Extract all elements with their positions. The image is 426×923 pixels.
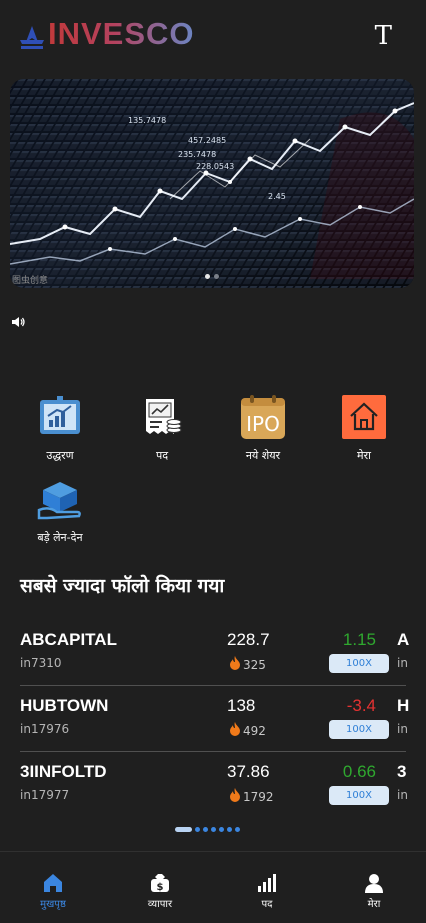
- stock-row[interactable]: 3IINFOLTD in17977 37.86 1792 0.66 100X 3…: [20, 752, 408, 818]
- quick-action-quotes[interactable]: उद्धरण: [15, 394, 105, 463]
- tab-label: मेरा: [367, 899, 381, 910]
- banner-dot-1[interactable]: [205, 274, 210, 279]
- tab-label: मुखपृष्ठ: [40, 899, 66, 910]
- stock-graph-banner-image: 457.2485 235.7478 228.0543 135.7478 2.45: [10, 79, 414, 288]
- tab-profile[interactable]: मेरा: [334, 872, 414, 910]
- stock-change: 1.15: [342, 630, 376, 649]
- banner-dot-2[interactable]: [214, 274, 219, 279]
- quick-action-label: बड़े लेन-देन: [37, 531, 83, 544]
- money-bag-icon: $: [149, 872, 171, 894]
- stock-heat: 1792: [229, 788, 274, 805]
- quick-action-mine[interactable]: मेरा: [319, 394, 409, 463]
- stock-code: in17976: [20, 722, 70, 736]
- list-page-dot[interactable]: [203, 827, 208, 832]
- app-header: INVESCO T: [0, 0, 426, 72]
- stock-code: in7310: [20, 656, 62, 670]
- svg-text:235.7478: 235.7478: [178, 150, 216, 159]
- brand-logo: INVESCO: [18, 14, 195, 54]
- next-column-code: in: [397, 722, 408, 736]
- leverage-badge[interactable]: 100X: [329, 786, 389, 805]
- tab-home[interactable]: मुखपृष्ठ: [13, 872, 93, 910]
- quick-action-block-trade[interactable]: बड़े लेन-देन: [15, 476, 105, 545]
- next-column-name: H: [397, 696, 410, 715]
- user-icon: [363, 872, 385, 894]
- most-followed-heading: सबसे ज्यादा फॉलो किया गया: [20, 575, 225, 597]
- stock-name: HUBTOWN: [20, 696, 109, 715]
- svg-text:IPO: IPO: [246, 412, 280, 436]
- svg-text:2.45: 2.45: [268, 192, 286, 201]
- flame-icon: [229, 722, 241, 739]
- heat-count: 1792: [243, 789, 274, 804]
- leverage-badge[interactable]: 100X: [329, 654, 389, 673]
- quick-action-label: उद्धरण: [46, 449, 74, 462]
- flame-icon: [229, 656, 241, 673]
- next-column-name: 3: [397, 762, 407, 781]
- stock-name: 3IINFOLTD: [20, 762, 107, 781]
- list-page-dot[interactable]: [235, 827, 240, 832]
- most-followed-list: ABCAPITAL in7310 228.7 325 1.15 100X A i…: [20, 620, 426, 818]
- stock-price: 37.86: [227, 762, 270, 781]
- tab-trade[interactable]: $ व्यापार: [120, 872, 200, 910]
- svg-text:457.2485: 457.2485: [188, 136, 226, 145]
- svg-text:135.7478: 135.7478: [128, 116, 166, 125]
- quick-action-ipo[interactable]: IPO नये शेयर: [218, 394, 308, 463]
- font-size-button[interactable]: T: [375, 22, 392, 50]
- stock-code: in17977: [20, 788, 70, 802]
- banner-pagination: [10, 274, 414, 279]
- announcement-speaker-icon[interactable]: [10, 314, 26, 330]
- bottom-tab-bar: मुखपृष्ठ $ व्यापार पद मेरा: [0, 851, 426, 923]
- quote-chart-icon: [37, 394, 83, 440]
- home-tab-icon: [42, 872, 64, 894]
- stock-heat: 325: [229, 656, 266, 673]
- leverage-badge[interactable]: 100X: [329, 720, 389, 739]
- home-icon: [341, 394, 387, 440]
- heat-count: 492: [243, 723, 266, 738]
- flame-icon: [229, 788, 241, 805]
- quick-action-label: मेरा: [357, 449, 371, 462]
- quick-action-label: पद: [155, 449, 169, 462]
- svg-text:228.0543: 228.0543: [196, 162, 234, 171]
- svg-text:$: $: [157, 882, 164, 893]
- list-page-dot[interactable]: [211, 827, 216, 832]
- position-receipt-icon: [139, 394, 185, 440]
- tab-label: व्यापार: [147, 899, 173, 910]
- bar-chart-icon: [256, 872, 278, 894]
- tab-positions[interactable]: पद: [227, 872, 307, 910]
- next-column-code: in: [397, 656, 408, 670]
- ipo-calendar-icon: IPO: [240, 394, 286, 440]
- stock-price: 138: [227, 696, 256, 715]
- brand-name: INVESCO: [48, 14, 195, 54]
- list-page-dot[interactable]: [219, 827, 224, 832]
- quick-action-label: नये शेयर: [245, 449, 281, 462]
- stock-name: ABCAPITAL: [20, 630, 117, 649]
- stock-change: 0.66: [342, 762, 376, 781]
- promo-banner[interactable]: 457.2485 235.7478 228.0543 135.7478 2.45…: [10, 79, 414, 288]
- invesco-mark-icon: [18, 16, 46, 52]
- next-column-code: in: [397, 788, 408, 802]
- list-page-dot[interactable]: [195, 827, 200, 832]
- list-pagination: [175, 827, 240, 832]
- list-page-dot[interactable]: [227, 827, 232, 832]
- stock-change: -3.4: [346, 696, 376, 715]
- list-page-indicator-active[interactable]: [175, 827, 192, 832]
- stock-row[interactable]: HUBTOWN in17976 138 492 -3.4 100X H in: [20, 686, 410, 752]
- stock-heat: 492: [229, 722, 266, 739]
- stock-price: 228.7: [227, 630, 270, 649]
- next-column-name: A: [397, 630, 410, 649]
- tab-label: पद: [261, 899, 273, 910]
- heat-count: 325: [243, 657, 266, 672]
- quick-action-positions[interactable]: पद: [117, 394, 207, 463]
- block-trade-icon: [37, 476, 83, 522]
- stock-row[interactable]: ABCAPITAL in7310 228.7 325 1.15 100X A i…: [20, 620, 410, 686]
